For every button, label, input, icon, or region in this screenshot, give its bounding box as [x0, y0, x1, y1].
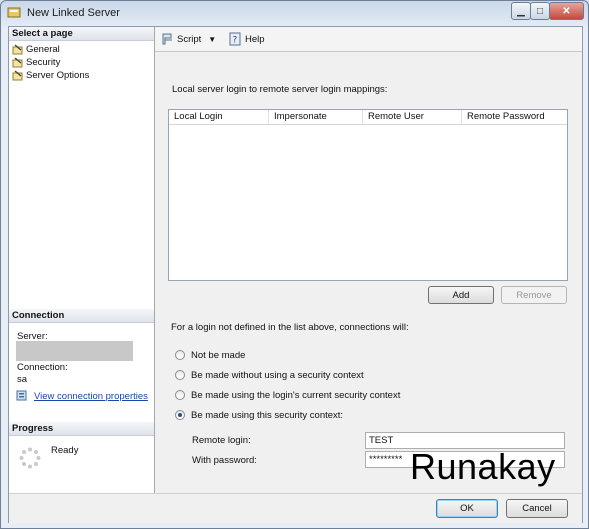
- option-label: Not be made: [191, 349, 246, 361]
- window-title: New Linked Server: [27, 7, 120, 19]
- page-icon: [12, 70, 23, 81]
- script-icon: [162, 33, 172, 45]
- minimize-icon: ▁: [517, 5, 525, 17]
- option-current-security-context[interactable]: Be made using the login's current securi…: [175, 388, 400, 402]
- progress-spinner-icon: [19, 447, 41, 469]
- column-header-remote-password[interactable]: Remote Password: [462, 110, 567, 124]
- maximize-icon: □: [536, 5, 544, 17]
- help-button[interactable]: ? Help: [228, 31, 265, 47]
- remove-button[interactable]: Remove: [501, 286, 567, 304]
- dialog-footer: OK Cancel: [9, 493, 582, 523]
- close-button[interactable]: ✕: [549, 2, 584, 20]
- option-not-be-made[interactable]: Not be made: [175, 348, 245, 362]
- title-bar[interactable]: New Linked Server ▁ □ ✕: [1, 1, 588, 27]
- select-page-header: Select a page: [9, 27, 154, 41]
- page-general-label: General: [26, 44, 60, 55]
- cancel-button-label: Cancel: [522, 503, 552, 514]
- svg-text:?: ?: [233, 36, 238, 46]
- watermark-text: Runakay: [410, 446, 556, 487]
- radio-button-selected[interactable]: [175, 410, 185, 420]
- view-connection-properties-link[interactable]: View connection properties: [34, 391, 148, 402]
- left-pane: Select a page General Security Server Op…: [9, 27, 155, 493]
- password-label: With password:: [192, 455, 257, 466]
- script-button[interactable]: Script ▼: [160, 31, 216, 47]
- login-mappings-grid[interactable]: Local Login Impersonate Remote User Remo…: [168, 109, 568, 281]
- progress-header: Progress: [9, 422, 154, 436]
- add-button-label: Add: [452, 290, 470, 301]
- maximize-button[interactable]: □: [530, 2, 550, 20]
- option-label: Be made using this security context:: [191, 409, 344, 421]
- page-icon: [12, 57, 23, 68]
- server-value-redacted: [16, 341, 133, 361]
- close-icon: ✕: [562, 5, 571, 17]
- connection-label: Connection:: [17, 362, 68, 373]
- progress-status: Ready: [51, 445, 79, 456]
- cancel-button[interactable]: Cancel: [506, 499, 568, 518]
- ok-button[interactable]: OK: [436, 499, 498, 518]
- page-security-label: Security: [26, 57, 61, 68]
- grid-header: Local Login Impersonate Remote User Remo…: [169, 110, 567, 125]
- mappings-label: Local server login to remote server logi…: [172, 84, 388, 95]
- radio-button[interactable]: [175, 390, 185, 400]
- page-server-options-label: Server Options: [26, 70, 90, 81]
- radio-button[interactable]: [175, 350, 185, 360]
- script-label: Script: [177, 33, 202, 45]
- minimize-button[interactable]: ▁: [511, 2, 531, 20]
- main-pane: Local server login to remote server logi…: [155, 52, 582, 493]
- remove-button-label: Remove: [516, 290, 552, 301]
- column-header-remote-user[interactable]: Remote User: [363, 110, 462, 124]
- page-server-options[interactable]: Server Options: [12, 69, 89, 82]
- option-label: Be made using the login's current securi…: [191, 389, 401, 401]
- dialog-window: New Linked Server ▁ □ ✕ Select a page Ge…: [0, 0, 589, 529]
- radio-button[interactable]: [175, 370, 185, 380]
- connection-properties-icon: [16, 390, 27, 401]
- remote-login-label: Remote login:: [192, 435, 251, 446]
- connection-value: sa: [17, 374, 28, 385]
- page-general[interactable]: General: [12, 43, 60, 56]
- toolbar: Script ▼ ? Help: [155, 27, 582, 52]
- page-icon: [12, 44, 23, 55]
- page-security[interactable]: Security: [12, 56, 60, 69]
- add-button[interactable]: Add: [428, 286, 494, 304]
- option-label: Be made without using a security context: [191, 369, 364, 381]
- column-header-local-login[interactable]: Local Login: [169, 110, 269, 124]
- app-icon: [7, 7, 21, 18]
- not-defined-label: For a login not defined in the list abov…: [171, 322, 409, 333]
- help-label: Help: [245, 33, 265, 45]
- ok-button-label: OK: [460, 503, 474, 514]
- dropdown-arrow-icon[interactable]: ▼: [208, 35, 216, 44]
- help-icon: ?: [229, 32, 241, 46]
- option-without-security-context[interactable]: Be made without using a security context: [175, 368, 364, 382]
- column-header-impersonate[interactable]: Impersonate: [269, 110, 363, 124]
- connection-header: Connection: [9, 309, 154, 323]
- option-this-security-context[interactable]: Be made using this security context:: [175, 408, 343, 422]
